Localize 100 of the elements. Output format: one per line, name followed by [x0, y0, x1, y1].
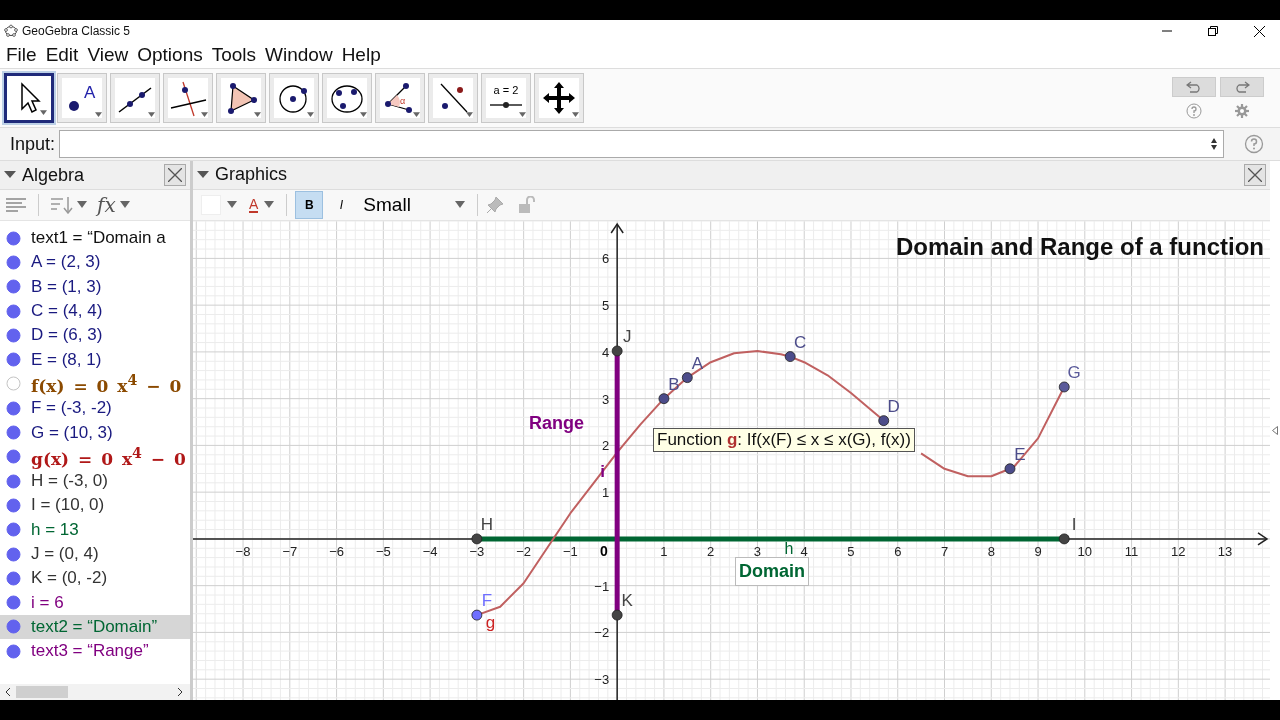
close-button[interactable] — [1244, 163, 1266, 186]
algebra-item[interactable]: J = (0, 4) — [0, 541, 190, 567]
tool-button[interactable]: A — [57, 73, 107, 123]
point-marker[interactable] — [1058, 533, 1070, 544]
visibility-toggle[interactable] — [6, 254, 21, 270]
graphics-view[interactable]: −8 −7 −6 −5 −4 −3 −2 −1 1 2 3 4 5 6 7 8 9 10 11 12 13 −3 −2 −1 1 2 3 4 5 6 h g i F B A C D E G H I J K Domain and Range of a function Range Domain 0 Function g: If(x(F) ≤ x ≤ x(G), f(x)) — [193, 220, 1270, 700]
point-label: C — [794, 332, 807, 352]
menu-item[interactable]: File — [5, 44, 38, 66]
italic-toggle[interactable]: I — [327, 190, 356, 219]
visibility-toggle[interactable] — [6, 449, 21, 465]
point-marker[interactable] — [471, 609, 483, 621]
algebra-item[interactable]: A = (2, 3) — [0, 250, 190, 275]
point-marker[interactable] — [1058, 381, 1070, 393]
visibility-toggle[interactable] — [6, 400, 21, 416]
help-icon[interactable] — [1244, 134, 1264, 154]
algebra-item[interactable]: text1 = “Domain a — [0, 226, 190, 251]
menu-item[interactable]: Help — [340, 44, 382, 66]
point-marker[interactable] — [658, 392, 670, 404]
visibility-toggle[interactable] — [6, 473, 21, 489]
algebra-item[interactable]: g(x) = 0 x$^{4}$ − 0 — [0, 444, 190, 469]
tick-label: −4 — [422, 543, 438, 559]
algebra-item[interactable]: G = (10, 3) — [0, 420, 190, 445]
algebra-entry: text3 = “Range” — [31, 641, 149, 662]
menu-item[interactable]: Edit — [44, 44, 80, 66]
expand-icon[interactable] — [1272, 426, 1278, 435]
point-marker[interactable] — [878, 414, 890, 426]
visibility-toggle[interactable] — [6, 522, 21, 538]
visibility-toggle[interactable] — [6, 595, 21, 611]
visibility-toggle[interactable] — [6, 376, 21, 392]
menu-item[interactable]: View — [86, 44, 130, 66]
visibility-toggle[interactable] — [6, 643, 21, 659]
domain-caption: Domain — [735, 556, 809, 586]
algebra-item[interactable]: K = (0, -2) — [0, 566, 190, 591]
settings-icon[interactable] — [1234, 103, 1250, 119]
algebra-item[interactable]: C = (4, 4) — [0, 298, 190, 324]
tool-button[interactable] — [4, 73, 54, 123]
collapse-icon[interactable] — [4, 171, 16, 179]
menu-item[interactable]: Options — [136, 44, 204, 66]
algebra-item[interactable]: H = (-3, 0) — [0, 468, 190, 494]
algebra-item[interactable]: i = 6 — [0, 590, 190, 615]
algebra-item[interactable]: text3 = “Range” — [0, 639, 190, 664]
caret-icon — [148, 112, 155, 118]
perpendicular-lines-icon — [170, 81, 207, 117]
tick-label: 2 — [707, 543, 715, 559]
visibility-toggle[interactable] — [6, 497, 21, 513]
visibility-toggle[interactable] — [6, 570, 21, 586]
visibility-toggle[interactable] — [6, 327, 21, 343]
spinner-icon[interactable] — [1211, 138, 1217, 150]
scroll-right-icon[interactable] — [176, 687, 184, 697]
point-marker[interactable] — [611, 345, 623, 357]
algebra-item[interactable]: h = 13 — [0, 517, 190, 542]
visibility-toggle[interactable] — [6, 425, 21, 440]
tool-button[interactable]: a = 2 — [481, 73, 531, 123]
visibility-toggle[interactable] — [6, 619, 21, 635]
point-marker[interactable] — [1004, 463, 1016, 474]
algebra-entry: text2 = “Domain” — [31, 616, 158, 637]
tick-label: −6 — [329, 543, 344, 559]
point-label: B — [668, 374, 680, 394]
algebra-item[interactable]: E = (8, 1) — [0, 347, 190, 372]
collapse-icon[interactable] — [197, 170, 209, 179]
menu-item[interactable]: Tools — [210, 44, 258, 66]
algebra-item[interactable]: I = (10, 0) — [0, 493, 190, 518]
ellipse-icon — [331, 85, 363, 113]
tick-label: 6 — [601, 251, 610, 267]
algebra-item[interactable]: f(x) = 0 x$^{4}$ − 0 — [0, 371, 190, 397]
tick-label: 1 — [660, 543, 668, 559]
visibility-toggle[interactable] — [6, 352, 21, 368]
algebra-item[interactable]: F = (-3, -2) — [0, 396, 190, 421]
tick-label: −8 — [235, 543, 251, 559]
algebra-entry: C = (4, 4) — [31, 301, 103, 322]
segment-label: i — [600, 461, 605, 481]
formula-button[interactable]: fx — [95, 192, 132, 218]
scrollbar-thumb[interactable] — [16, 686, 68, 698]
tick-label: 12 — [1171, 543, 1186, 559]
caret-icon — [201, 112, 208, 118]
text-size-dropdown[interactable]: Small — [359, 191, 470, 218]
point-marker[interactable] — [611, 609, 623, 621]
text-color-button[interactable]: A — [245, 191, 279, 218]
close-icon — [1253, 25, 1265, 37]
caret-icon — [466, 112, 473, 118]
visibility-toggle[interactable] — [6, 279, 21, 295]
graph-title: Domain and Range of a function — [896, 232, 1264, 261]
caret-icon — [119, 201, 130, 209]
algebra-item[interactable]: B = (1, 3) — [0, 274, 190, 299]
menu-item[interactable]: Window — [264, 44, 334, 66]
visibility-toggle[interactable] — [6, 230, 21, 246]
lines-icon — [6, 197, 26, 213]
algebra-entry: f(x) = 0 x$^{4}$ − 0 — [31, 372, 182, 396]
bold-toggle[interactable]: B — [295, 190, 324, 219]
algebra-item[interactable]: D = (6, 3) — [0, 323, 190, 348]
point-marker[interactable] — [681, 371, 693, 383]
visibility-toggle[interactable] — [6, 546, 21, 562]
visibility-toggle[interactable] — [6, 303, 21, 319]
input-field[interactable] — [59, 130, 1224, 158]
tool-button[interactable]: α — [375, 73, 425, 123]
point-marker[interactable] — [784, 350, 796, 362]
scroll-left-icon[interactable] — [4, 687, 12, 697]
point-label: E — [1014, 444, 1026, 464]
algebra-item[interactable]: text2 = “Domain” — [0, 614, 190, 640]
point-marker[interactable] — [471, 533, 483, 544]
